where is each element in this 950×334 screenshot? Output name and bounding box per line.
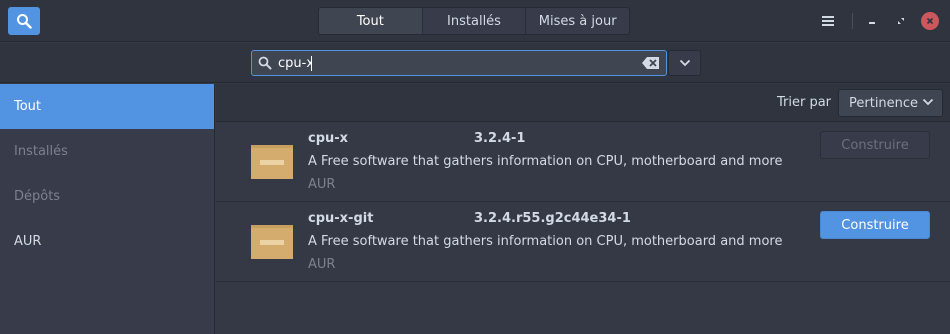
chevron-down-icon	[922, 98, 934, 106]
menu-button[interactable]	[818, 11, 838, 31]
package-description: A Free software that gathers information…	[308, 234, 783, 249]
hamburger-menu-icon	[822, 16, 834, 26]
package-row[interactable]: cpu-x 3.2.4-1 A Free software that gathe…	[216, 122, 950, 202]
chevron-down-icon	[679, 59, 690, 67]
tab-mises-a-jour[interactable]: Mises à jour	[526, 8, 629, 34]
build-button[interactable]: Construire	[820, 131, 930, 159]
minimize-button[interactable]	[862, 11, 882, 31]
search-icon	[252, 56, 278, 70]
sort-bar: Trier par Pertinence	[216, 84, 950, 122]
package-icon	[251, 145, 293, 179]
sidebar-item-depots[interactable]: Dépôts	[0, 174, 214, 219]
package-repo: AUR	[308, 257, 336, 272]
tab-tout[interactable]: Tout	[319, 8, 423, 34]
close-icon	[926, 17, 934, 25]
clear-icon	[642, 57, 659, 69]
sidebar-item-tout[interactable]: Tout	[0, 84, 214, 129]
package-description: A Free software that gathers information…	[308, 154, 783, 169]
header-separator	[852, 13, 853, 29]
package-repo: AUR	[308, 177, 336, 192]
clear-search-button[interactable]	[636, 57, 666, 69]
view-switcher: Tout Installés Mises à jour	[318, 7, 630, 35]
package-version: 3.2.4.r55.g2c44e34-1	[474, 211, 631, 226]
search-input[interactable]	[278, 55, 312, 71]
package-name: cpu-x	[308, 131, 349, 146]
search-toggle-button[interactable]	[8, 7, 40, 35]
sort-selected-value: Pertinence	[849, 95, 919, 111]
maximize-button[interactable]	[891, 11, 911, 31]
sort-dropdown[interactable]: Pertinence	[838, 89, 943, 117]
tab-installes[interactable]: Installés	[423, 8, 527, 34]
package-name: cpu-x-git	[308, 211, 374, 226]
sort-label: Trier par	[777, 95, 832, 110]
search-entry[interactable]	[251, 50, 667, 76]
search-bar	[0, 43, 950, 83]
close-button[interactable]	[921, 12, 939, 30]
maximize-icon	[898, 18, 904, 24]
main-content: Trier par Pertinence cpu-x 3.2.4-1 A Fre…	[216, 84, 950, 334]
sidebar: Tout Installés Dépôts AUR	[0, 84, 215, 334]
search-options-button[interactable]	[668, 50, 701, 76]
sidebar-item-installes[interactable]: Installés	[0, 129, 214, 174]
text-cursor	[311, 55, 312, 71]
package-icon	[251, 225, 293, 259]
sidebar-item-aur[interactable]: AUR	[0, 219, 214, 264]
package-row[interactable]: cpu-x-git 3.2.4.r55.g2c44e34-1 A Free so…	[216, 202, 950, 282]
package-version: 3.2.4-1	[474, 131, 526, 146]
build-button[interactable]: Construire	[820, 211, 930, 239]
minimize-icon	[869, 22, 875, 24]
header-bar: Tout Installés Mises à jour	[0, 0, 950, 42]
search-icon	[17, 14, 32, 29]
